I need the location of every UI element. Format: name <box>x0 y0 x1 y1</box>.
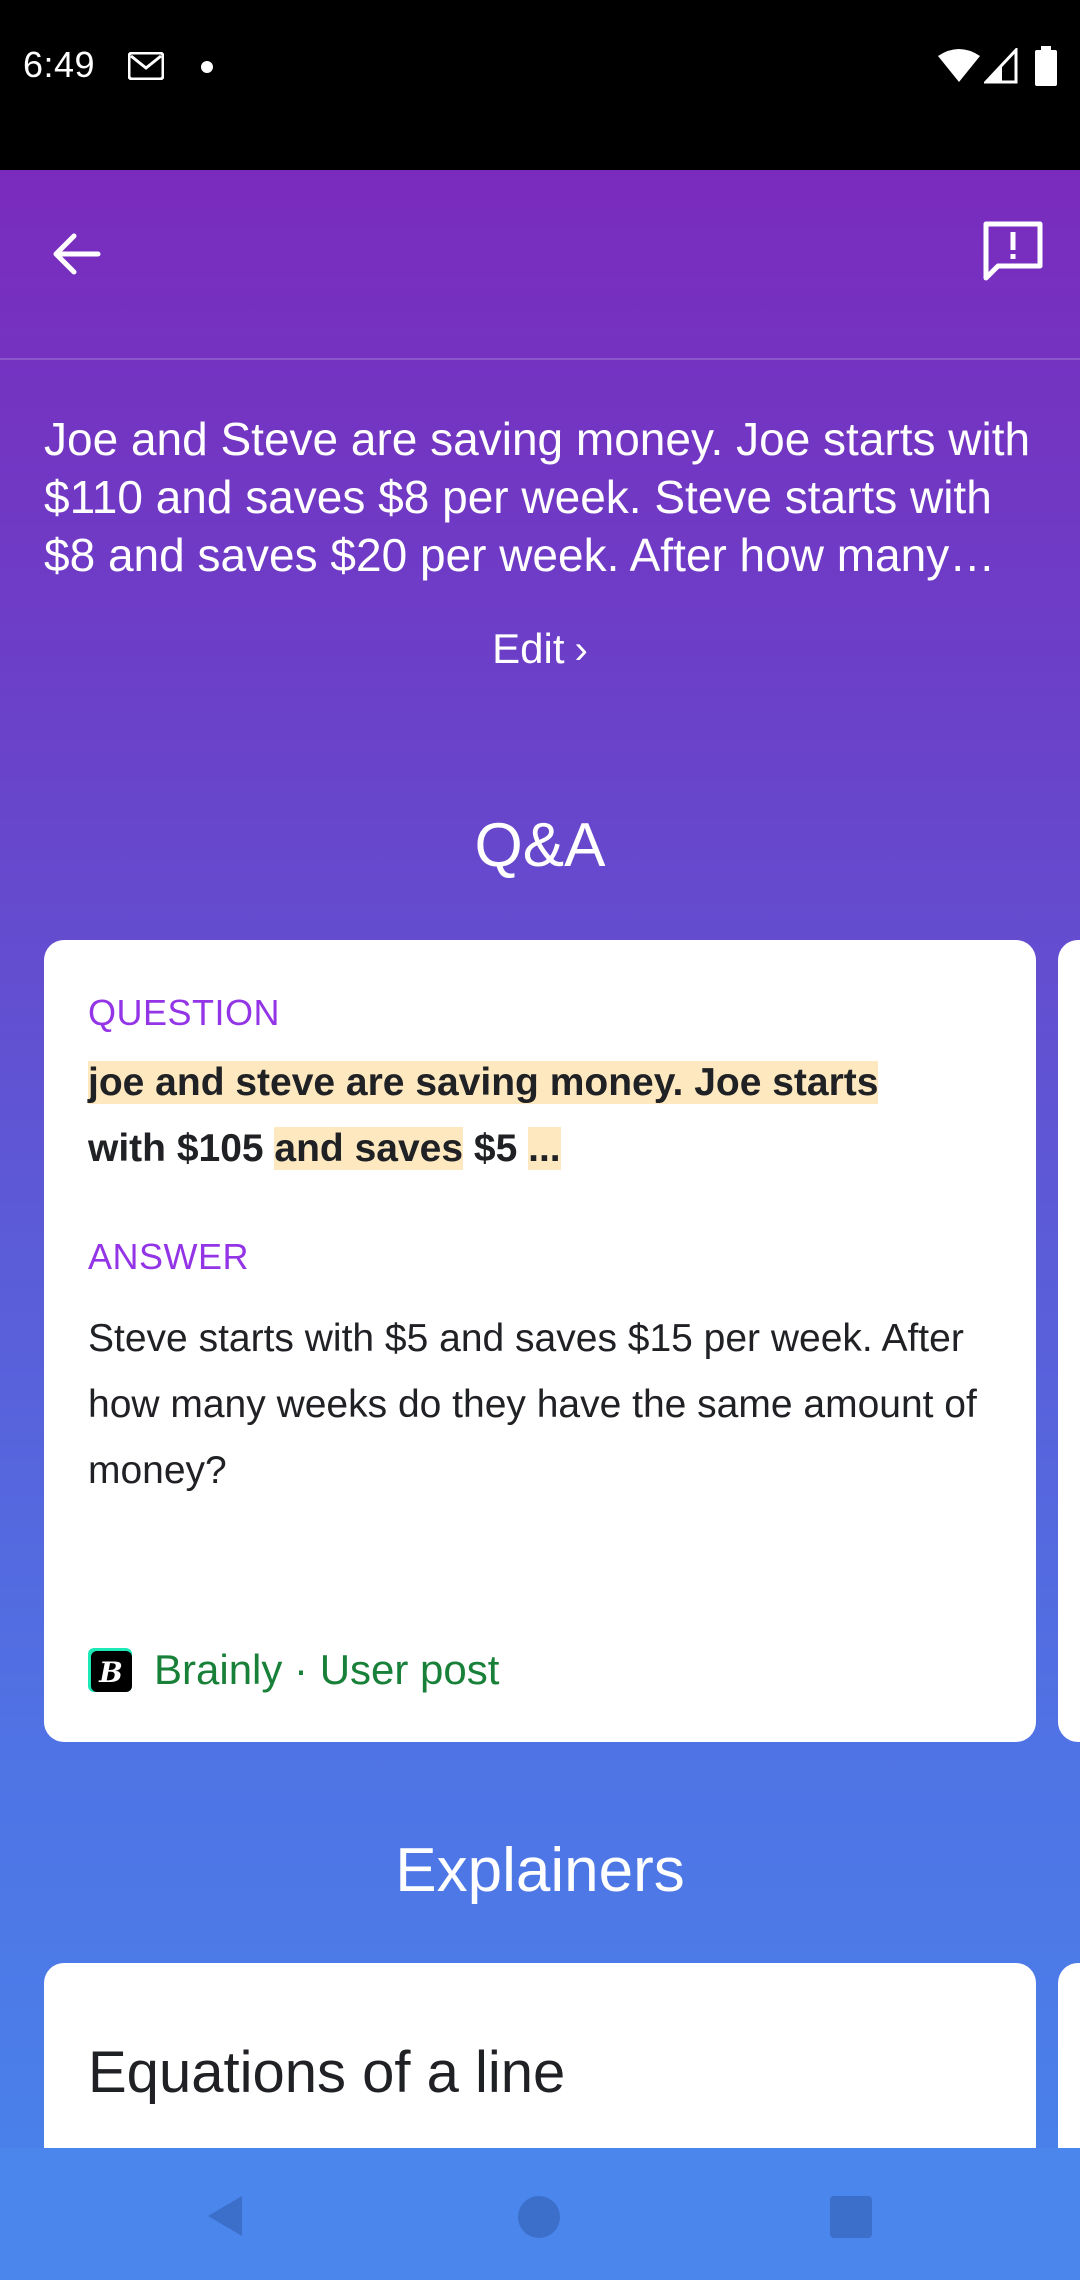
qa-card[interactable]: QUESTION joe and steve are saving money.… <box>44 940 1036 1742</box>
qa-section-title: Q&A <box>474 811 606 880</box>
nav-back-icon[interactable] <box>202 2192 250 2240</box>
next-qa-card-peek[interactable] <box>1058 940 1080 1742</box>
battery-icon <box>1035 46 1057 86</box>
signal-icon <box>984 48 1018 84</box>
notification-dot-icon <box>201 61 213 73</box>
status-time: 6:49 <box>23 44 96 85</box>
svg-text:B: B <box>98 1656 123 1689</box>
explainers-section-title: Explainers <box>395 1836 685 1905</box>
edit-button[interactable]: Edit › <box>0 625 1080 673</box>
navigation-bar <box>0 2148 1080 2280</box>
toolbar-divider <box>0 358 1080 360</box>
feedback-icon[interactable] <box>978 218 1048 288</box>
brainly-logo-icon: B <box>88 1648 132 1692</box>
explainer-title: Equations of a line <box>88 2040 566 2105</box>
chevron-right-icon: › <box>574 628 588 672</box>
source-label: Brainly · User post <box>154 1646 500 1693</box>
status-bar: 6:49 <box>0 0 1080 170</box>
question-text-part: with $105 <box>88 1127 275 1170</box>
toolbar <box>0 170 1080 358</box>
query-text[interactable]: Joe and Steve are saving money. Joe star… <box>44 410 1039 584</box>
answer-label: ANSWER <box>88 1236 250 1277</box>
next-explainer-card-peek[interactable] <box>1058 1963 1080 2148</box>
question-highlight: ... <box>528 1127 561 1170</box>
source-row[interactable]: B Brainly · User post <box>88 1640 499 1700</box>
nav-recents-icon[interactable] <box>830 2196 872 2238</box>
arrow-left-icon[interactable] <box>44 222 108 286</box>
question-text-part: $5 <box>463 1127 529 1170</box>
qa-answer-text: Steve starts with $5 and saves $15 per w… <box>88 1317 977 1492</box>
gmail-icon <box>128 52 164 80</box>
wifi-icon <box>938 49 980 82</box>
explainer-card[interactable]: Equations of a line <box>44 1963 1036 2148</box>
edit-label: Edit <box>492 625 565 672</box>
qa-question-text: joe and steve are saving money. Joe star… <box>88 1050 998 1182</box>
question-highlight: joe and steve are saving money. Joe star… <box>88 1061 879 1104</box>
question-label: QUESTION <box>88 992 281 1033</box>
question-highlight: and saves <box>274 1127 464 1170</box>
nav-home-icon[interactable] <box>518 2196 560 2238</box>
main-content: Joe and Steve are saving money. Joe star… <box>0 170 1080 2148</box>
